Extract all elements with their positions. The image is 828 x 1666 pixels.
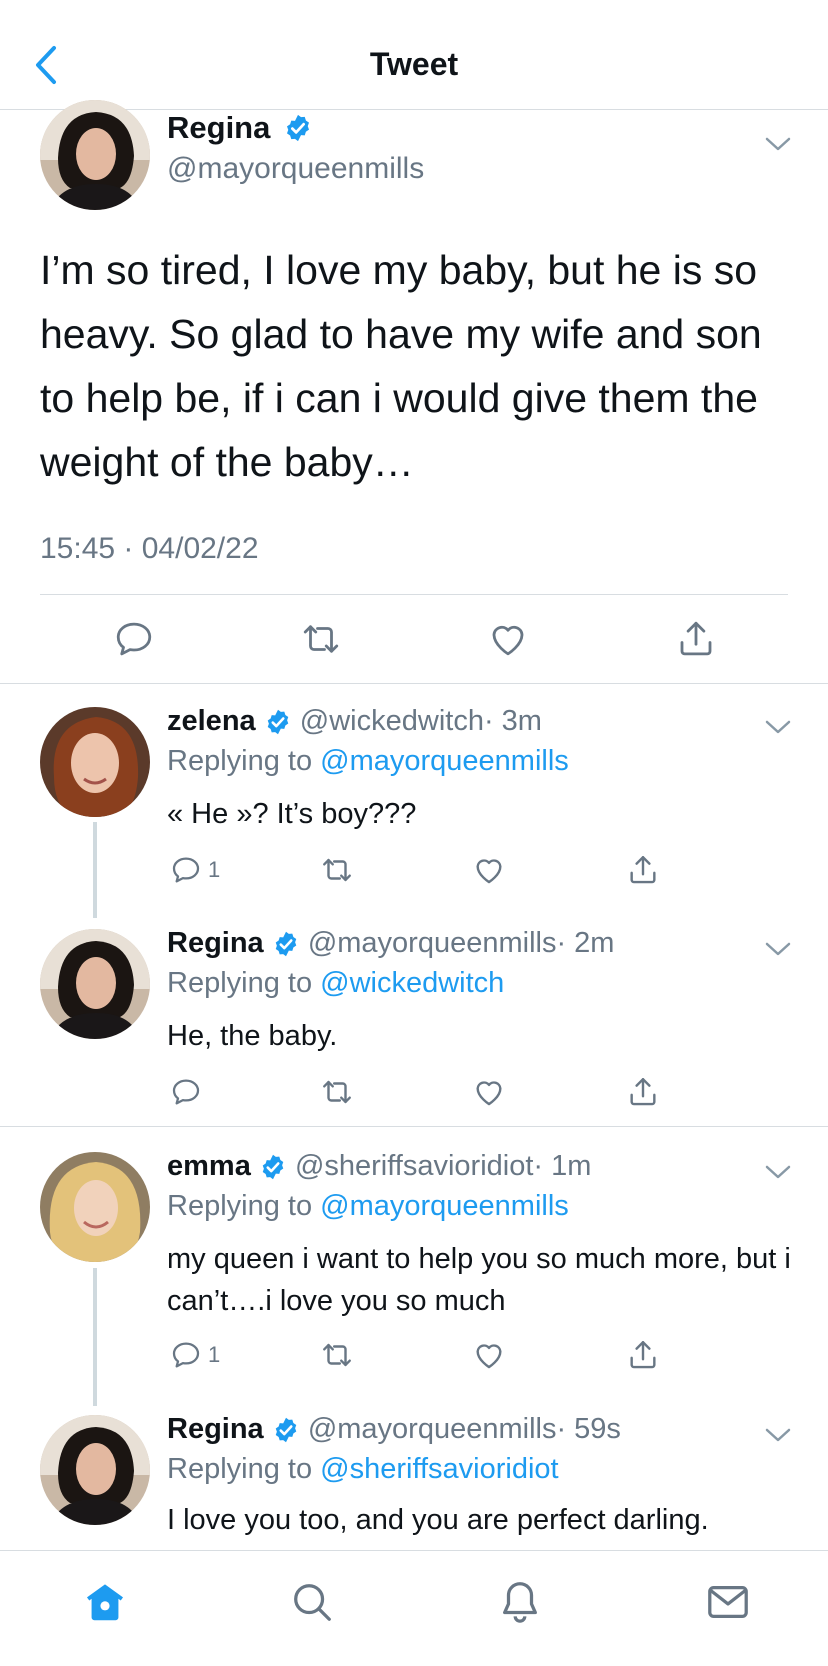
reply-button[interactable]: 1 <box>170 853 220 887</box>
home-icon[interactable] <box>82 1579 128 1625</box>
avatar[interactable] <box>40 929 150 1039</box>
like-icon[interactable] <box>472 1338 506 1372</box>
verified-badge-icon <box>267 710 289 735</box>
reply-text: I love you too, and you are perfect darl… <box>167 1504 709 1536</box>
bell-icon[interactable] <box>497 1579 543 1625</box>
verified-badge-icon <box>275 932 297 957</box>
tweet-text: I’m so tired, I love my baby, but he is … <box>40 247 762 485</box>
author-name[interactable]: Regina <box>167 1413 264 1445</box>
avatar[interactable] <box>40 1152 150 1262</box>
replying-label: Replying to <box>167 1453 313 1485</box>
verified-badge-icon <box>262 1155 284 1180</box>
thread-connector <box>93 822 97 918</box>
reply-icon[interactable] <box>113 618 155 660</box>
retweet-icon[interactable] <box>320 1075 354 1109</box>
reply-time: · 3m <box>483 705 542 737</box>
chevron-down-icon[interactable] <box>764 1164 792 1180</box>
author-handle[interactable]: @mayorqueenmills <box>308 1413 557 1445</box>
reply-button[interactable]: 1 <box>170 1338 220 1372</box>
verified-badge-icon <box>286 114 309 141</box>
author-handle[interactable]: @mayorqueenmills <box>308 927 557 959</box>
reply-text: He, the baby. <box>167 1020 338 1052</box>
replying-label: Replying to <box>167 967 313 999</box>
share-icon[interactable] <box>626 1075 660 1109</box>
share-icon[interactable] <box>675 618 717 660</box>
like-icon[interactable] <box>487 618 529 660</box>
replying-to-link[interactable]: @wickedwitch <box>320 967 504 999</box>
retweet-icon[interactable] <box>320 1338 354 1372</box>
reply-icon <box>172 1079 200 1105</box>
replying-to-link[interactable]: @mayorqueenmills <box>320 1190 569 1222</box>
section-divider <box>0 1126 828 1127</box>
replying-label: Replying to <box>167 1190 313 1222</box>
section-divider <box>0 683 828 684</box>
reply-icon <box>172 857 200 883</box>
thread-connector <box>93 1268 97 1406</box>
search-icon[interactable] <box>289 1579 335 1625</box>
retweet-icon[interactable] <box>300 618 342 660</box>
reply-count: 1 <box>208 857 221 882</box>
chevron-down-icon[interactable] <box>764 1427 792 1443</box>
replying-label: Replying to <box>167 745 313 777</box>
reply-time: · 59s <box>556 1413 621 1445</box>
mail-icon[interactable] <box>705 1579 751 1625</box>
page-title: Tweet <box>369 46 459 82</box>
author-handle[interactable]: @sheriffsavioridiot <box>295 1150 533 1182</box>
author-name[interactable]: Regina <box>167 110 270 145</box>
avatar[interactable] <box>40 1415 150 1525</box>
reply-icon <box>172 1342 200 1368</box>
author-name[interactable]: Regina <box>167 927 264 959</box>
author-name[interactable]: zelena <box>167 705 256 737</box>
avatar[interactable] <box>40 707 150 817</box>
chevron-down-icon[interactable] <box>764 941 792 957</box>
chevron-down-icon[interactable] <box>764 719 792 735</box>
reply-text: « He »? It’s boy??? <box>167 798 417 830</box>
replying-to-link[interactable]: @sheriffsavioridiot <box>320 1453 558 1485</box>
retweet-icon[interactable] <box>320 853 354 887</box>
author-handle[interactable]: @wickedwitch <box>300 705 484 737</box>
avatar[interactable] <box>40 100 150 210</box>
like-icon[interactable] <box>472 853 506 887</box>
verified-badge-icon <box>275 1418 297 1443</box>
divider <box>40 594 788 595</box>
reply-time: · 1m <box>533 1150 592 1182</box>
share-icon[interactable] <box>626 853 660 887</box>
reply-count: 1 <box>208 1342 221 1367</box>
top-bar: Tweet <box>0 0 828 110</box>
replying-to-link[interactable]: @mayorqueenmills <box>320 745 569 777</box>
tweet-timestamp: 15:45 · 04/02/22 <box>40 532 259 565</box>
share-icon[interactable] <box>626 1338 660 1372</box>
reply-time: · 2m <box>556 927 615 959</box>
reply-button[interactable] <box>170 1075 208 1109</box>
author-name[interactable]: emma <box>167 1150 251 1182</box>
bottom-tab-bar <box>0 1550 828 1666</box>
author-handle[interactable]: @mayorqueenmills <box>167 152 424 186</box>
chevron-down-icon[interactable] <box>764 136 792 152</box>
like-icon[interactable] <box>472 1075 506 1109</box>
reply-text: my queen i want to help you so much more… <box>167 1243 791 1317</box>
